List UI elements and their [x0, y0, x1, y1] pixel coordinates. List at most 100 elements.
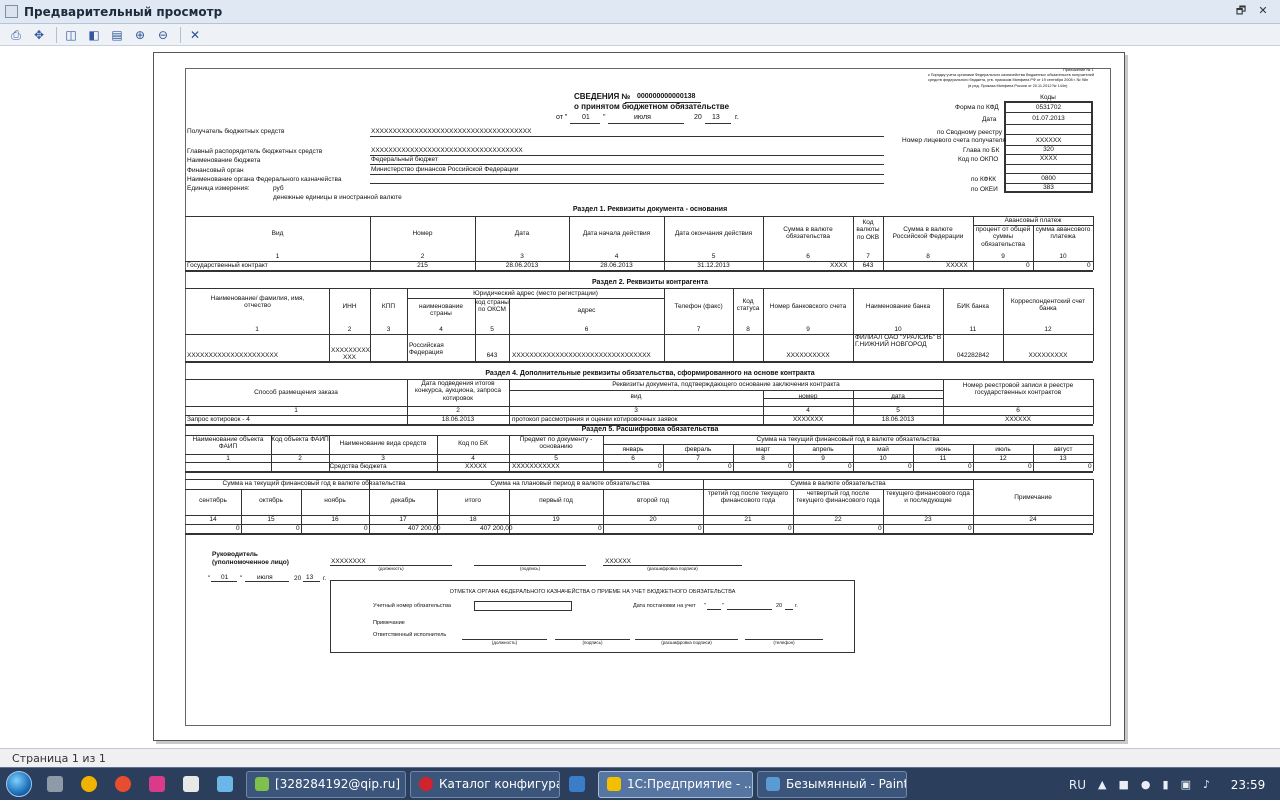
- close-icon[interactable]: ✕: [185, 26, 205, 44]
- head-label: (уполномоченное лицо): [212, 559, 289, 566]
- qip-icon[interactable]: [74, 770, 104, 798]
- table-cell: XXXX: [830, 262, 848, 269]
- col-header: Сумма на плановый период в валюте обязат…: [490, 480, 650, 487]
- paint-icon[interactable]: [142, 770, 172, 798]
- info-label: Единица измерения:: [187, 185, 250, 192]
- zoom-in-icon[interactable]: ⊕: [130, 26, 150, 44]
- page-area-icon[interactable]: ▤: [107, 26, 127, 44]
- col-header: апрель: [812, 446, 834, 453]
- code-label: Номер лицевого счета получателя: [902, 137, 1006, 144]
- col-header: первый год: [539, 497, 573, 504]
- table-cell: 18.06.2013: [441, 416, 475, 423]
- code-value: XXXXXX: [1035, 137, 1062, 144]
- code-label: по Сводному реестру: [937, 129, 1002, 136]
- date-ot: от ": [556, 114, 568, 121]
- table-cell: 643: [862, 262, 874, 269]
- volume-small-icon[interactable]: ■: [1118, 778, 1128, 791]
- col-header: наименование страны: [419, 303, 463, 318]
- task-label: [328284192@qip.ru]: [275, 777, 400, 791]
- pointer-icon[interactable]: [210, 770, 240, 798]
- zoom-out-icon[interactable]: ⊖: [153, 26, 173, 44]
- note-line: к Порядку учета органами Федерального ка…: [928, 73, 1095, 77]
- doc-number: 000000000000138: [637, 93, 696, 100]
- calculator-icon[interactable]: [40, 770, 70, 798]
- taskbar-item-opera[interactable]: Каталог конфигура...: [410, 770, 560, 798]
- clock[interactable]: 23:59: [1216, 778, 1280, 792]
- table-cell: 0: [658, 463, 662, 470]
- col-number: 6: [584, 326, 589, 333]
- print-icon[interactable]: ⎙: [6, 26, 26, 44]
- col-header: Наименование вида средств: [339, 440, 427, 447]
- col-number: 12: [999, 455, 1007, 462]
- col-header: Юридический адрес (место регистрации): [473, 290, 598, 297]
- table-cell: 28.06.2013: [505, 262, 539, 269]
- taskbar-item-1c[interactable]: 1С:Предприятие - ...: [598, 770, 753, 798]
- head-label: Руководитель: [212, 551, 258, 558]
- table-cell: 0: [848, 463, 852, 470]
- info-value: Федеральный бюджет: [371, 156, 438, 163]
- speaker-icon[interactable]: ♪: [1203, 778, 1210, 791]
- code-label: Форма по КФД: [955, 104, 999, 111]
- section-title: Раздел 5. Расшифровка обязательства: [581, 426, 719, 433]
- col-number: 13: [1059, 455, 1067, 462]
- task-label: Безымянный - Paint: [786, 777, 907, 791]
- network-icon[interactable]: ▣: [1181, 778, 1191, 791]
- 1c-icon[interactable]: [108, 770, 138, 798]
- table-cell: 18.06.2013: [881, 416, 915, 423]
- close-window-icon[interactable]: ✕: [1254, 3, 1272, 20]
- tray-arrow-icon[interactable]: ▲: [1098, 778, 1106, 791]
- info-label: Получатель бюджетных средств: [187, 128, 285, 135]
- language-indicator[interactable]: RU: [1069, 778, 1086, 792]
- restore-icon[interactable]: 🗗: [1232, 3, 1250, 20]
- col-header: текущего финансового года и последующие: [886, 490, 970, 505]
- system-tray: RU ▲ ■ ● ▮ ▣ ♪ 23:59: [1063, 768, 1280, 801]
- taskbar-item-qip[interactable]: [328284192@qip.ru]: [246, 770, 406, 798]
- network-tool-icon[interactable]: [176, 770, 206, 798]
- info-label: Финансовый орган: [187, 167, 244, 174]
- col-header: Сумма на текущий финансовый год в валюте…: [222, 480, 406, 487]
- taskbar: [328284192@qip.ru] Каталог конфигура... …: [0, 767, 1280, 800]
- unit-value: руб: [273, 185, 284, 192]
- notes-icon[interactable]: [562, 770, 592, 798]
- move-icon[interactable]: ✥: [29, 26, 49, 44]
- col-header: Дата: [514, 230, 530, 237]
- col-number: 9: [1001, 253, 1005, 260]
- signal-icon[interactable]: ▮: [1163, 778, 1169, 791]
- col-number: 23: [924, 516, 932, 523]
- table-cell: XXXXX: [946, 262, 968, 269]
- mark-date-label: Дата постановки на учет: [633, 603, 696, 609]
- code-value: 01.07.2013: [1032, 115, 1065, 122]
- col-number: 3: [381, 455, 385, 462]
- col-header: БИК банка: [957, 303, 989, 310]
- taskbar-item-paint[interactable]: Безымянный - Paint: [757, 770, 907, 798]
- fit-width-icon[interactable]: ◧: [84, 26, 104, 44]
- info-label: Наименование бюджета: [187, 157, 261, 164]
- table-cell: Государственный контракт: [187, 262, 268, 269]
- info-value: Министерство финансов Российской Федерац…: [371, 166, 519, 173]
- table-cell: 0: [878, 525, 882, 532]
- fit-page-icon[interactable]: ◫: [61, 26, 81, 44]
- col-header: сентябрь: [199, 497, 227, 504]
- paint-icon: [766, 777, 780, 791]
- col-header: Дата начала действия: [582, 230, 651, 237]
- col-number: 16: [331, 516, 339, 523]
- col-header: второй год: [637, 497, 669, 504]
- antivirus-icon[interactable]: ●: [1141, 778, 1151, 791]
- col-header: номер: [798, 393, 818, 400]
- table-cell: 0: [1088, 463, 1092, 470]
- start-button[interactable]: [0, 768, 38, 801]
- col-number: 4: [439, 326, 443, 333]
- table-cell: 0: [788, 525, 792, 532]
- col-number: 21: [744, 516, 752, 523]
- code-value: XXXX: [1039, 155, 1058, 162]
- col-number: 10: [894, 326, 902, 333]
- col-header: июнь: [935, 446, 951, 453]
- col-header: Предмет по документу - основанию: [519, 436, 593, 451]
- account-number-field[interactable]: [474, 601, 572, 611]
- col-number: 5: [554, 455, 558, 462]
- table-cell: 0: [364, 525, 368, 532]
- code-label: Глава по БК: [963, 147, 1000, 154]
- caption: (подпись): [582, 640, 603, 645]
- table-cell: XXXXXXXXXX: [786, 352, 830, 359]
- col-number: 22: [834, 516, 842, 523]
